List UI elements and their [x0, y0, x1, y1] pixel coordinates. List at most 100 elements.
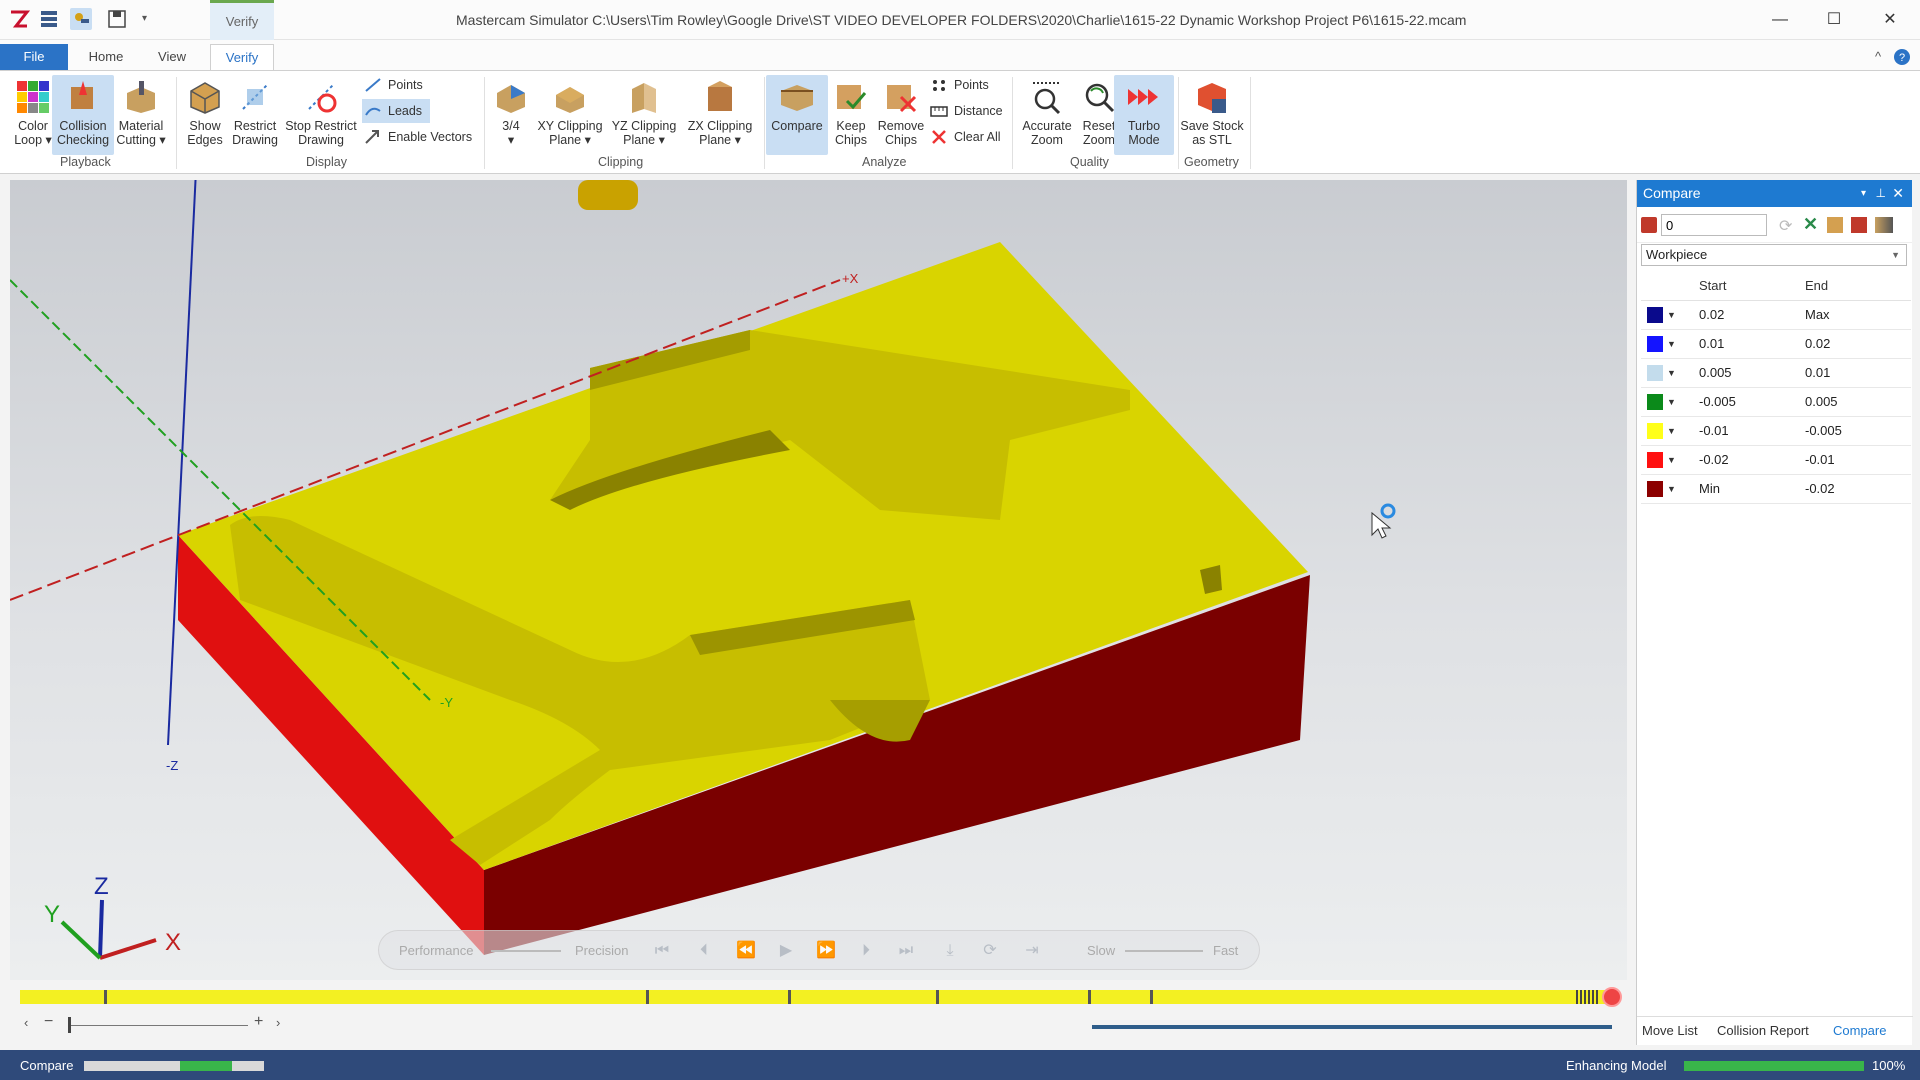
- loop-icon[interactable]: ⟳: [979, 941, 1001, 961]
- graphics-viewport[interactable]: +X -Y -Z Z X Y: [10, 180, 1627, 980]
- chevron-down-icon[interactable]: ▼: [1663, 368, 1676, 378]
- clear-compare-icon[interactable]: ✕: [1803, 214, 1818, 235]
- color-stock-icon[interactable]: [1851, 217, 1867, 233]
- stop-restrict-drawing-button[interactable]: Stop Restrict Drawing: [284, 75, 358, 155]
- chevron-down-icon[interactable]: ▼: [1663, 397, 1676, 407]
- range-start[interactable]: 0.01: [1699, 329, 1805, 359]
- tab-file[interactable]: File: [0, 44, 68, 70]
- material-cutting-button[interactable]: Material Cutting ▾: [110, 75, 172, 155]
- chevron-down-icon[interactable]: ▼: [1663, 484, 1676, 494]
- chevron-down-icon[interactable]: ▼: [1663, 426, 1676, 436]
- range-color-cell[interactable]: ▼: [1641, 416, 1699, 446]
- tab-collision-report[interactable]: Collision Report: [1717, 1023, 1809, 1038]
- range-color-cell[interactable]: ▼: [1641, 300, 1699, 330]
- range-end[interactable]: 0.005: [1805, 387, 1911, 417]
- color-swatch[interactable]: [1647, 335, 1663, 352]
- zoom-in-small-icon[interactable]: ›: [276, 1015, 280, 1030]
- pin-icon[interactable]: ⊥: [1876, 180, 1886, 207]
- color-swatch[interactable]: [1647, 422, 1663, 439]
- tool-icon[interactable]: [70, 8, 92, 30]
- zoom-slider[interactable]: [68, 1025, 248, 1026]
- range-end[interactable]: 0.01: [1805, 358, 1911, 388]
- tab-view[interactable]: View: [146, 44, 198, 70]
- step-forward-icon[interactable]: ⏵: [855, 941, 877, 961]
- tab-verify[interactable]: Verify: [210, 44, 274, 70]
- minimize-button[interactable]: —: [1760, 6, 1800, 34]
- chevron-down-icon[interactable]: ▼: [1663, 310, 1676, 320]
- yz-clipping-plane-button[interactable]: YZ Clipping Plane ▾: [606, 75, 682, 155]
- go-to-start-icon[interactable]: ⏮: [651, 941, 673, 961]
- zoom-slider-thumb[interactable]: [68, 1017, 71, 1033]
- xy-clipping-plane-button[interactable]: XY Clipping Plane ▾: [532, 75, 608, 155]
- layers-icon[interactable]: [38, 8, 60, 30]
- chevron-down-icon[interactable]: ▼: [1663, 339, 1676, 349]
- range-color-cell[interactable]: ▼: [1641, 358, 1699, 388]
- range-start[interactable]: Min: [1699, 474, 1805, 504]
- range-color-cell[interactable]: ▼: [1641, 329, 1699, 359]
- range-end[interactable]: -0.005: [1805, 416, 1911, 446]
- move-progress-track[interactable]: [1092, 1025, 1612, 1029]
- collision-checking-button[interactable]: Collision Checking: [52, 75, 114, 155]
- range-row[interactable]: ▼ -0.005 0.005: [1641, 387, 1911, 417]
- distance-button[interactable]: Distance: [928, 99, 1003, 123]
- range-row[interactable]: ▼ -0.02 -0.01: [1641, 445, 1911, 475]
- enable-vectors-button[interactable]: Enable Vectors: [362, 125, 472, 149]
- range-row[interactable]: ▼ 0.01 0.02: [1641, 329, 1911, 359]
- range-end[interactable]: -0.02: [1805, 474, 1911, 504]
- play-icon[interactable]: ▶: [775, 941, 797, 961]
- color-swatch[interactable]: [1647, 306, 1663, 323]
- range-end[interactable]: Max: [1805, 300, 1911, 330]
- range-row[interactable]: ▼ 0.02 Max: [1641, 300, 1911, 330]
- color-swatch[interactable]: [1647, 393, 1663, 410]
- precision-slider[interactable]: [491, 950, 561, 952]
- zoom-minus-icon[interactable]: −: [44, 1013, 53, 1031]
- settings-icon[interactable]: [1875, 217, 1893, 233]
- panel-menu-icon[interactable]: ▾: [1861, 180, 1866, 207]
- rewind-icon[interactable]: ⏪: [735, 941, 757, 961]
- playback-timeline[interactable]: [20, 990, 1610, 1004]
- range-color-cell[interactable]: ▼: [1641, 474, 1699, 504]
- range-start[interactable]: -0.02: [1699, 445, 1805, 475]
- step-back-icon[interactable]: ⏴: [693, 941, 715, 961]
- zoom-plus-icon[interactable]: +: [254, 1013, 263, 1031]
- maximize-button[interactable]: ☐: [1814, 6, 1854, 34]
- panel-close-icon[interactable]: ✕: [1892, 180, 1904, 207]
- save-icon[interactable]: [106, 8, 128, 30]
- range-end[interactable]: 0.02: [1805, 329, 1911, 359]
- compare-mode-icon[interactable]: [1641, 217, 1657, 233]
- chevron-down-icon[interactable]: ▼: [1663, 455, 1676, 465]
- timeline-end-marker[interactable]: [1602, 987, 1622, 1007]
- save-stock-as-stl-button[interactable]: Save Stock as STL: [1178, 75, 1246, 155]
- range-color-cell[interactable]: ▼: [1641, 445, 1699, 475]
- refresh-icon[interactable]: ⟳: [1779, 216, 1792, 236]
- tab-home[interactable]: Home: [76, 44, 136, 70]
- zx-clipping-plane-button[interactable]: ZX Clipping Plane ▾: [682, 75, 758, 155]
- mastercam-logo-icon[interactable]: [8, 8, 31, 30]
- leads-button[interactable]: Leads: [362, 99, 431, 123]
- range-row[interactable]: ▼ Min -0.02: [1641, 474, 1911, 504]
- restrict-drawing-button[interactable]: Restrict Drawing: [224, 75, 286, 155]
- range-end[interactable]: -0.01: [1805, 445, 1911, 475]
- help-icon[interactable]: ?: [1892, 44, 1912, 70]
- turbo-mode-button[interactable]: Turbo Mode: [1114, 75, 1174, 155]
- go-to-end-icon[interactable]: ⏭: [895, 941, 917, 961]
- display-points-button[interactable]: Points: [362, 73, 423, 97]
- range-row[interactable]: ▼ 0.005 0.01: [1641, 358, 1911, 388]
- clear-all-button[interactable]: Clear All: [928, 125, 1001, 149]
- step-move-icon[interactable]: ⇥: [1021, 941, 1043, 961]
- range-start[interactable]: 0.02: [1699, 300, 1805, 330]
- zoom-out-small-icon[interactable]: ‹: [24, 1015, 28, 1030]
- remove-chips-button[interactable]: Remove Chips: [870, 75, 932, 155]
- range-start[interactable]: -0.005: [1699, 387, 1805, 417]
- tab-move-list[interactable]: Move List: [1642, 1023, 1698, 1038]
- compare-button[interactable]: Compare: [766, 75, 828, 155]
- range-start[interactable]: 0.005: [1699, 358, 1805, 388]
- speed-slider[interactable]: [1125, 950, 1203, 952]
- skip-to-move-icon[interactable]: ⤓: [939, 941, 961, 961]
- color-swatch[interactable]: [1647, 451, 1663, 468]
- analyze-points-button[interactable]: Points: [928, 73, 989, 97]
- color-swatch[interactable]: [1647, 480, 1663, 497]
- stock-icon[interactable]: [1827, 217, 1843, 233]
- fast-forward-icon[interactable]: ⏩: [815, 941, 837, 961]
- range-color-cell[interactable]: ▼: [1641, 387, 1699, 417]
